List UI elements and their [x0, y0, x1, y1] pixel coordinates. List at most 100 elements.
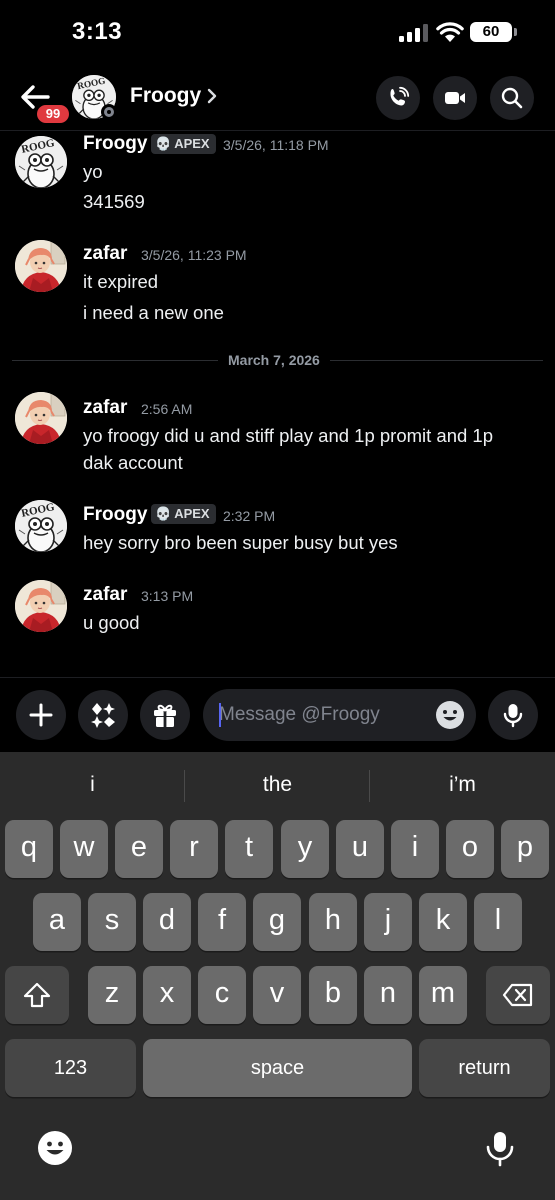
message-text: 341569 — [83, 191, 145, 212]
cellular-signal-icon — [399, 24, 428, 42]
clan-tag-label: APEX — [174, 506, 210, 521]
key-b[interactable]: b — [309, 966, 357, 1024]
chat-header: 99 Froogy — [0, 64, 555, 130]
message-text: dak account — [83, 452, 183, 473]
gift-button[interactable] — [140, 690, 190, 740]
avatar[interactable] — [15, 392, 67, 444]
numbers-key[interactable]: 123 — [5, 1039, 136, 1097]
date-divider-label: March 7, 2026 — [218, 352, 330, 368]
chevron-right-icon[interactable] — [206, 87, 218, 105]
avatar[interactable] — [15, 136, 67, 188]
message-text: u good — [83, 612, 140, 633]
key-x[interactable]: x — [143, 966, 191, 1024]
attach-button[interactable] — [16, 690, 66, 740]
battery-indicator: 60 — [470, 22, 517, 42]
key-h[interactable]: h — [309, 893, 357, 951]
suggestion-1[interactable]: i — [0, 752, 185, 816]
key-k[interactable]: k — [419, 893, 467, 951]
video-camera-icon — [445, 92, 465, 104]
avatar[interactable] — [15, 240, 67, 292]
key-t[interactable]: t — [225, 820, 273, 878]
search-button[interactable] — [490, 76, 534, 120]
plus-icon — [29, 703, 53, 727]
key-l[interactable]: l — [474, 893, 522, 951]
onscreen-keyboard: i the i’m q w e r t y u i o p a s d f g … — [0, 752, 555, 1200]
delete-key[interactable] — [486, 966, 550, 1024]
skull-icon: 💀 — [155, 506, 172, 521]
message-author[interactable]: Froogy — [83, 504, 147, 526]
key-i[interactable]: i — [391, 820, 439, 878]
emoji-picker-icon[interactable] — [435, 700, 465, 730]
return-key[interactable]: return — [419, 1039, 550, 1097]
wifi-icon — [436, 22, 464, 42]
key-o[interactable]: o — [446, 820, 494, 878]
video-call-button[interactable] — [433, 76, 477, 120]
search-icon — [501, 87, 523, 109]
voice-message-button[interactable] — [488, 690, 538, 740]
suggestion-2[interactable]: the — [185, 752, 370, 816]
key-q[interactable]: q — [5, 820, 53, 878]
apps-button[interactable] — [78, 690, 128, 740]
phone-call-icon — [390, 86, 410, 106]
froogy-avatar-image — [15, 136, 67, 188]
gift-icon — [154, 704, 176, 727]
key-f[interactable]: f — [198, 893, 246, 951]
message-author[interactable]: zafar — [83, 584, 127, 606]
backspace-icon — [502, 983, 533, 1007]
key-p[interactable]: p — [501, 820, 549, 878]
key-e[interactable]: e — [115, 820, 163, 878]
zafar-avatar-image — [15, 240, 67, 292]
zafar-avatar-image — [15, 392, 67, 444]
message-text: it expired — [83, 271, 159, 292]
avatar[interactable] — [15, 500, 67, 552]
key-c[interactable]: c — [198, 966, 246, 1024]
key-u[interactable]: u — [336, 820, 384, 878]
key-n[interactable]: n — [364, 966, 412, 1024]
shift-icon — [23, 982, 51, 1008]
dictation-microphone-icon[interactable] — [484, 1130, 516, 1168]
status-time: 3:13 — [72, 18, 123, 45]
suggestion-3[interactable]: i’m — [370, 752, 555, 816]
clan-tag-label: APEX — [174, 136, 210, 151]
message-text: hey sorry bro been super busy but yes — [83, 532, 398, 553]
avatar[interactable] — [15, 580, 67, 632]
key-w[interactable]: w — [60, 820, 108, 878]
message-timestamp: 2:32 PM — [223, 508, 276, 524]
channel-name[interactable]: Froogy — [130, 84, 201, 108]
message-text: yo froogy did u and stiff play and 1p pr… — [83, 425, 494, 446]
key-j[interactable]: j — [364, 893, 412, 951]
text-cursor — [219, 703, 221, 727]
message-author[interactable]: zafar — [83, 243, 127, 265]
message-author[interactable]: Froogy — [83, 133, 147, 155]
message-timestamp: 3/5/26, 11:18 PM — [223, 137, 329, 153]
apps-icon — [91, 703, 115, 728]
header-divider — [0, 130, 555, 131]
message-author[interactable]: zafar — [83, 397, 127, 419]
zafar-avatar-image — [15, 580, 67, 632]
skull-icon: 💀 — [155, 136, 172, 151]
message-timestamp: 3:13 PM — [141, 588, 194, 604]
key-r[interactable]: r — [170, 820, 218, 878]
message-text: i need a new one — [83, 302, 224, 323]
message-text: yo — [83, 161, 103, 182]
battery-level: 60 — [482, 23, 500, 40]
clan-tag: 💀 APEX — [151, 504, 216, 524]
message-input-container[interactable] — [203, 689, 476, 741]
shift-key[interactable] — [5, 966, 69, 1024]
key-s[interactable]: s — [88, 893, 136, 951]
key-y[interactable]: y — [281, 820, 329, 878]
key-a[interactable]: a — [33, 893, 81, 951]
space-key[interactable]: space — [143, 1039, 412, 1097]
key-g[interactable]: g — [253, 893, 301, 951]
key-d[interactable]: d — [143, 893, 191, 951]
message-input[interactable] — [219, 689, 429, 741]
froogy-avatar-image — [15, 500, 67, 552]
status-bar: 3:13 60 — [0, 0, 555, 64]
key-v[interactable]: v — [253, 966, 301, 1024]
key-m[interactable]: m — [419, 966, 467, 1024]
emoji-keyboard-icon[interactable] — [37, 1130, 73, 1166]
voice-call-button[interactable] — [376, 76, 420, 120]
clan-tag: 💀 APEX — [151, 134, 216, 154]
message-timestamp: 2:56 AM — [141, 401, 193, 417]
key-z[interactable]: z — [88, 966, 136, 1024]
